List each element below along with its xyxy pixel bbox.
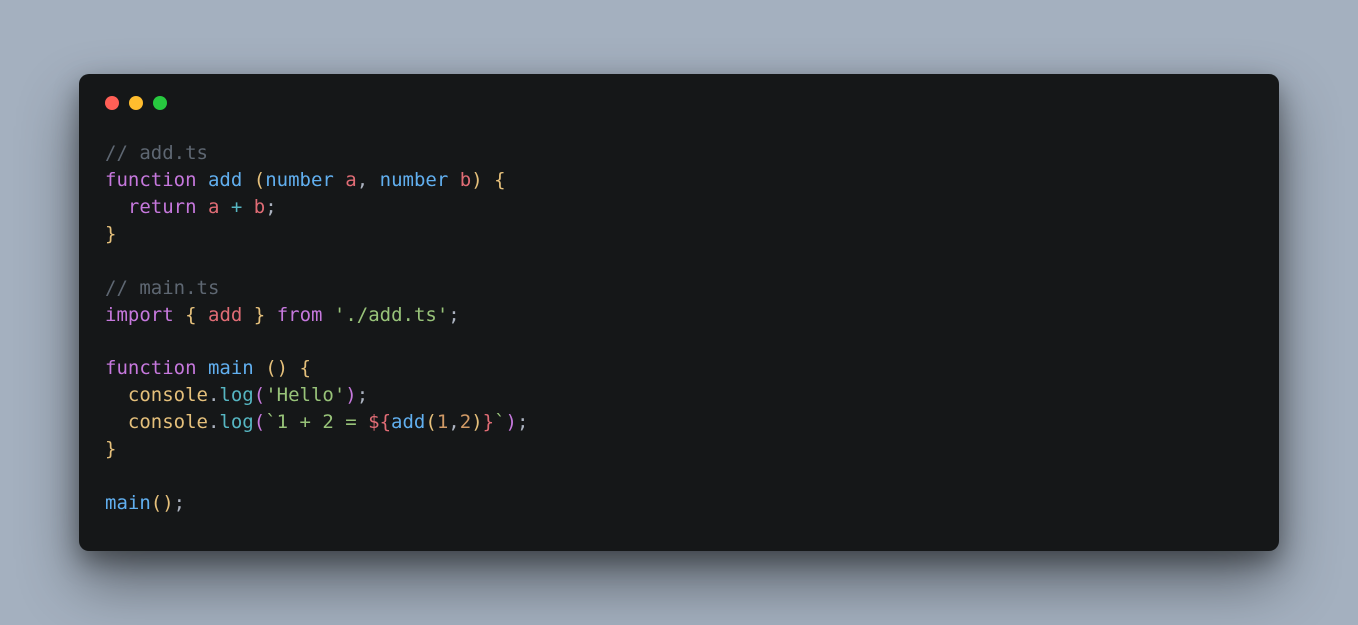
token-plain: ; — [448, 304, 459, 326]
token-plain — [334, 169, 345, 191]
token-method: log — [219, 384, 253, 406]
token-interp: } — [483, 411, 494, 433]
minimize-icon[interactable] — [129, 96, 143, 110]
token-method: log — [219, 411, 253, 433]
token-property: console — [128, 384, 208, 406]
token-brace: } — [254, 304, 265, 326]
token-plain: , — [448, 411, 459, 433]
token-brace: ( — [265, 357, 276, 379]
token-ident: add — [208, 304, 242, 326]
token-brace: } — [105, 223, 116, 245]
token-brace: { — [185, 304, 196, 326]
token-plain: ; — [357, 384, 368, 406]
token-plain — [254, 357, 265, 379]
token-plain — [265, 304, 276, 326]
code-line: console.log(`1 + 2 = ${add(1,2)}`); — [105, 411, 528, 433]
token-func: add — [208, 169, 242, 191]
token-keyword: function — [105, 357, 197, 379]
token-func: main — [105, 492, 151, 514]
token-keyword: function — [105, 169, 197, 191]
code-line: } — [105, 223, 116, 245]
token-brace: ) — [277, 357, 288, 379]
code-window: // add.ts function add (number a, number… — [79, 74, 1279, 552]
token-plain: . — [208, 411, 219, 433]
token-brace: { — [300, 357, 311, 379]
token-plain — [197, 196, 208, 218]
window-controls — [105, 96, 1253, 110]
token-plain — [483, 169, 494, 191]
token-type: number — [265, 169, 334, 191]
token-plain — [322, 304, 333, 326]
code-line: // main.ts — [105, 277, 219, 299]
token-comment: // add.ts — [105, 142, 208, 164]
token-comment: // main.ts — [105, 277, 219, 299]
token-plain — [174, 304, 185, 326]
token-string: './add.ts' — [334, 304, 448, 326]
token-plain: ; — [174, 492, 185, 514]
close-icon[interactable] — [105, 96, 119, 110]
token-plain — [219, 196, 230, 218]
token-plain: ; — [265, 196, 276, 218]
token-plain: , — [357, 169, 380, 191]
code-line: console.log('Hello'); — [105, 384, 368, 406]
token-brace: { — [494, 169, 505, 191]
token-keyword: from — [277, 304, 323, 326]
token-number: 2 — [460, 411, 471, 433]
token-plain — [197, 357, 208, 379]
token-brace: ( — [254, 169, 265, 191]
token-string: ` — [494, 411, 505, 433]
token-plain — [105, 384, 128, 406]
token-keyword: import — [105, 304, 174, 326]
token-plain — [197, 304, 208, 326]
token-plain — [197, 169, 208, 191]
zoom-icon[interactable] — [153, 96, 167, 110]
token-property: console — [128, 411, 208, 433]
token-plain — [242, 169, 253, 191]
token-paren: ( — [254, 384, 265, 406]
token-type: number — [380, 169, 449, 191]
token-interp: ${ — [368, 411, 391, 433]
token-plain: . — [208, 384, 219, 406]
token-brace: ) — [162, 492, 173, 514]
code-line: import { add } from './add.ts'; — [105, 304, 460, 326]
token-plain — [242, 196, 253, 218]
token-brace: ( — [151, 492, 162, 514]
token-brace: } — [105, 438, 116, 460]
token-brace: ) — [471, 411, 482, 433]
token-number: 1 — [437, 411, 448, 433]
code-block: // add.ts function add (number a, number… — [105, 140, 1253, 518]
token-paren: ( — [254, 411, 265, 433]
token-plain — [448, 169, 459, 191]
token-func: main — [208, 357, 254, 379]
token-plain — [105, 411, 128, 433]
code-line: function main () { — [105, 357, 311, 379]
token-func: add — [391, 411, 425, 433]
token-brace: ( — [425, 411, 436, 433]
token-plain — [105, 196, 128, 218]
token-string: 'Hello' — [265, 384, 345, 406]
code-line: } — [105, 438, 116, 460]
token-string: `1 + 2 = — [265, 411, 368, 433]
token-ident: a — [208, 196, 219, 218]
code-line: // add.ts — [105, 142, 208, 164]
token-ident: b — [460, 169, 471, 191]
token-brace: ) — [471, 169, 482, 191]
token-plain: ; — [517, 411, 528, 433]
token-ident: a — [345, 169, 356, 191]
token-plain — [242, 304, 253, 326]
token-paren: ) — [345, 384, 356, 406]
token-ident: b — [254, 196, 265, 218]
code-line: return a + b; — [105, 196, 277, 218]
token-plain — [288, 357, 299, 379]
code-line: main(); — [105, 492, 185, 514]
token-method: + — [231, 196, 242, 218]
token-paren: ) — [506, 411, 517, 433]
token-keyword: return — [128, 196, 197, 218]
code-line: function add (number a, number b) { — [105, 169, 506, 191]
